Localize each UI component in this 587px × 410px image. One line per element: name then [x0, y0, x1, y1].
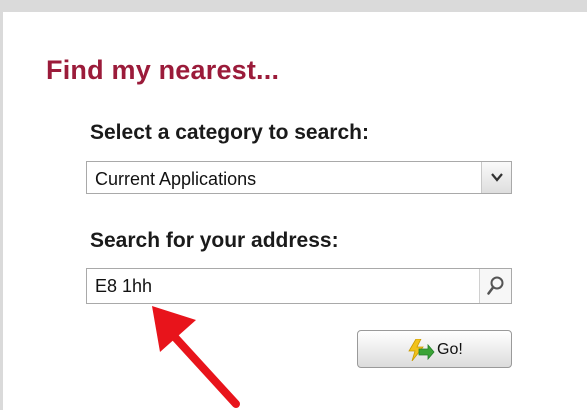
red-arrow-icon	[152, 306, 240, 408]
category-select[interactable]: Current Applications	[86, 161, 512, 194]
top-divider	[0, 0, 587, 12]
left-divider	[0, 12, 3, 410]
category-label: Select a category to search:	[90, 121, 369, 144]
chevron-down-icon	[491, 173, 503, 182]
address-label: Search for your address:	[90, 229, 339, 252]
lightning-arrow-icon	[408, 339, 435, 361]
magnifier-icon	[487, 276, 504, 295]
address-input[interactable]	[87, 269, 477, 303]
category-selected-value: Current Applications	[95, 169, 257, 189]
panel-title: Find my nearest...	[46, 55, 280, 85]
dropdown-button[interactable]	[481, 162, 511, 193]
search-button[interactable]	[479, 269, 511, 303]
address-search-field	[86, 268, 512, 304]
go-button-label: Go!	[437, 341, 463, 358]
go-button[interactable]: Go!	[357, 330, 512, 368]
